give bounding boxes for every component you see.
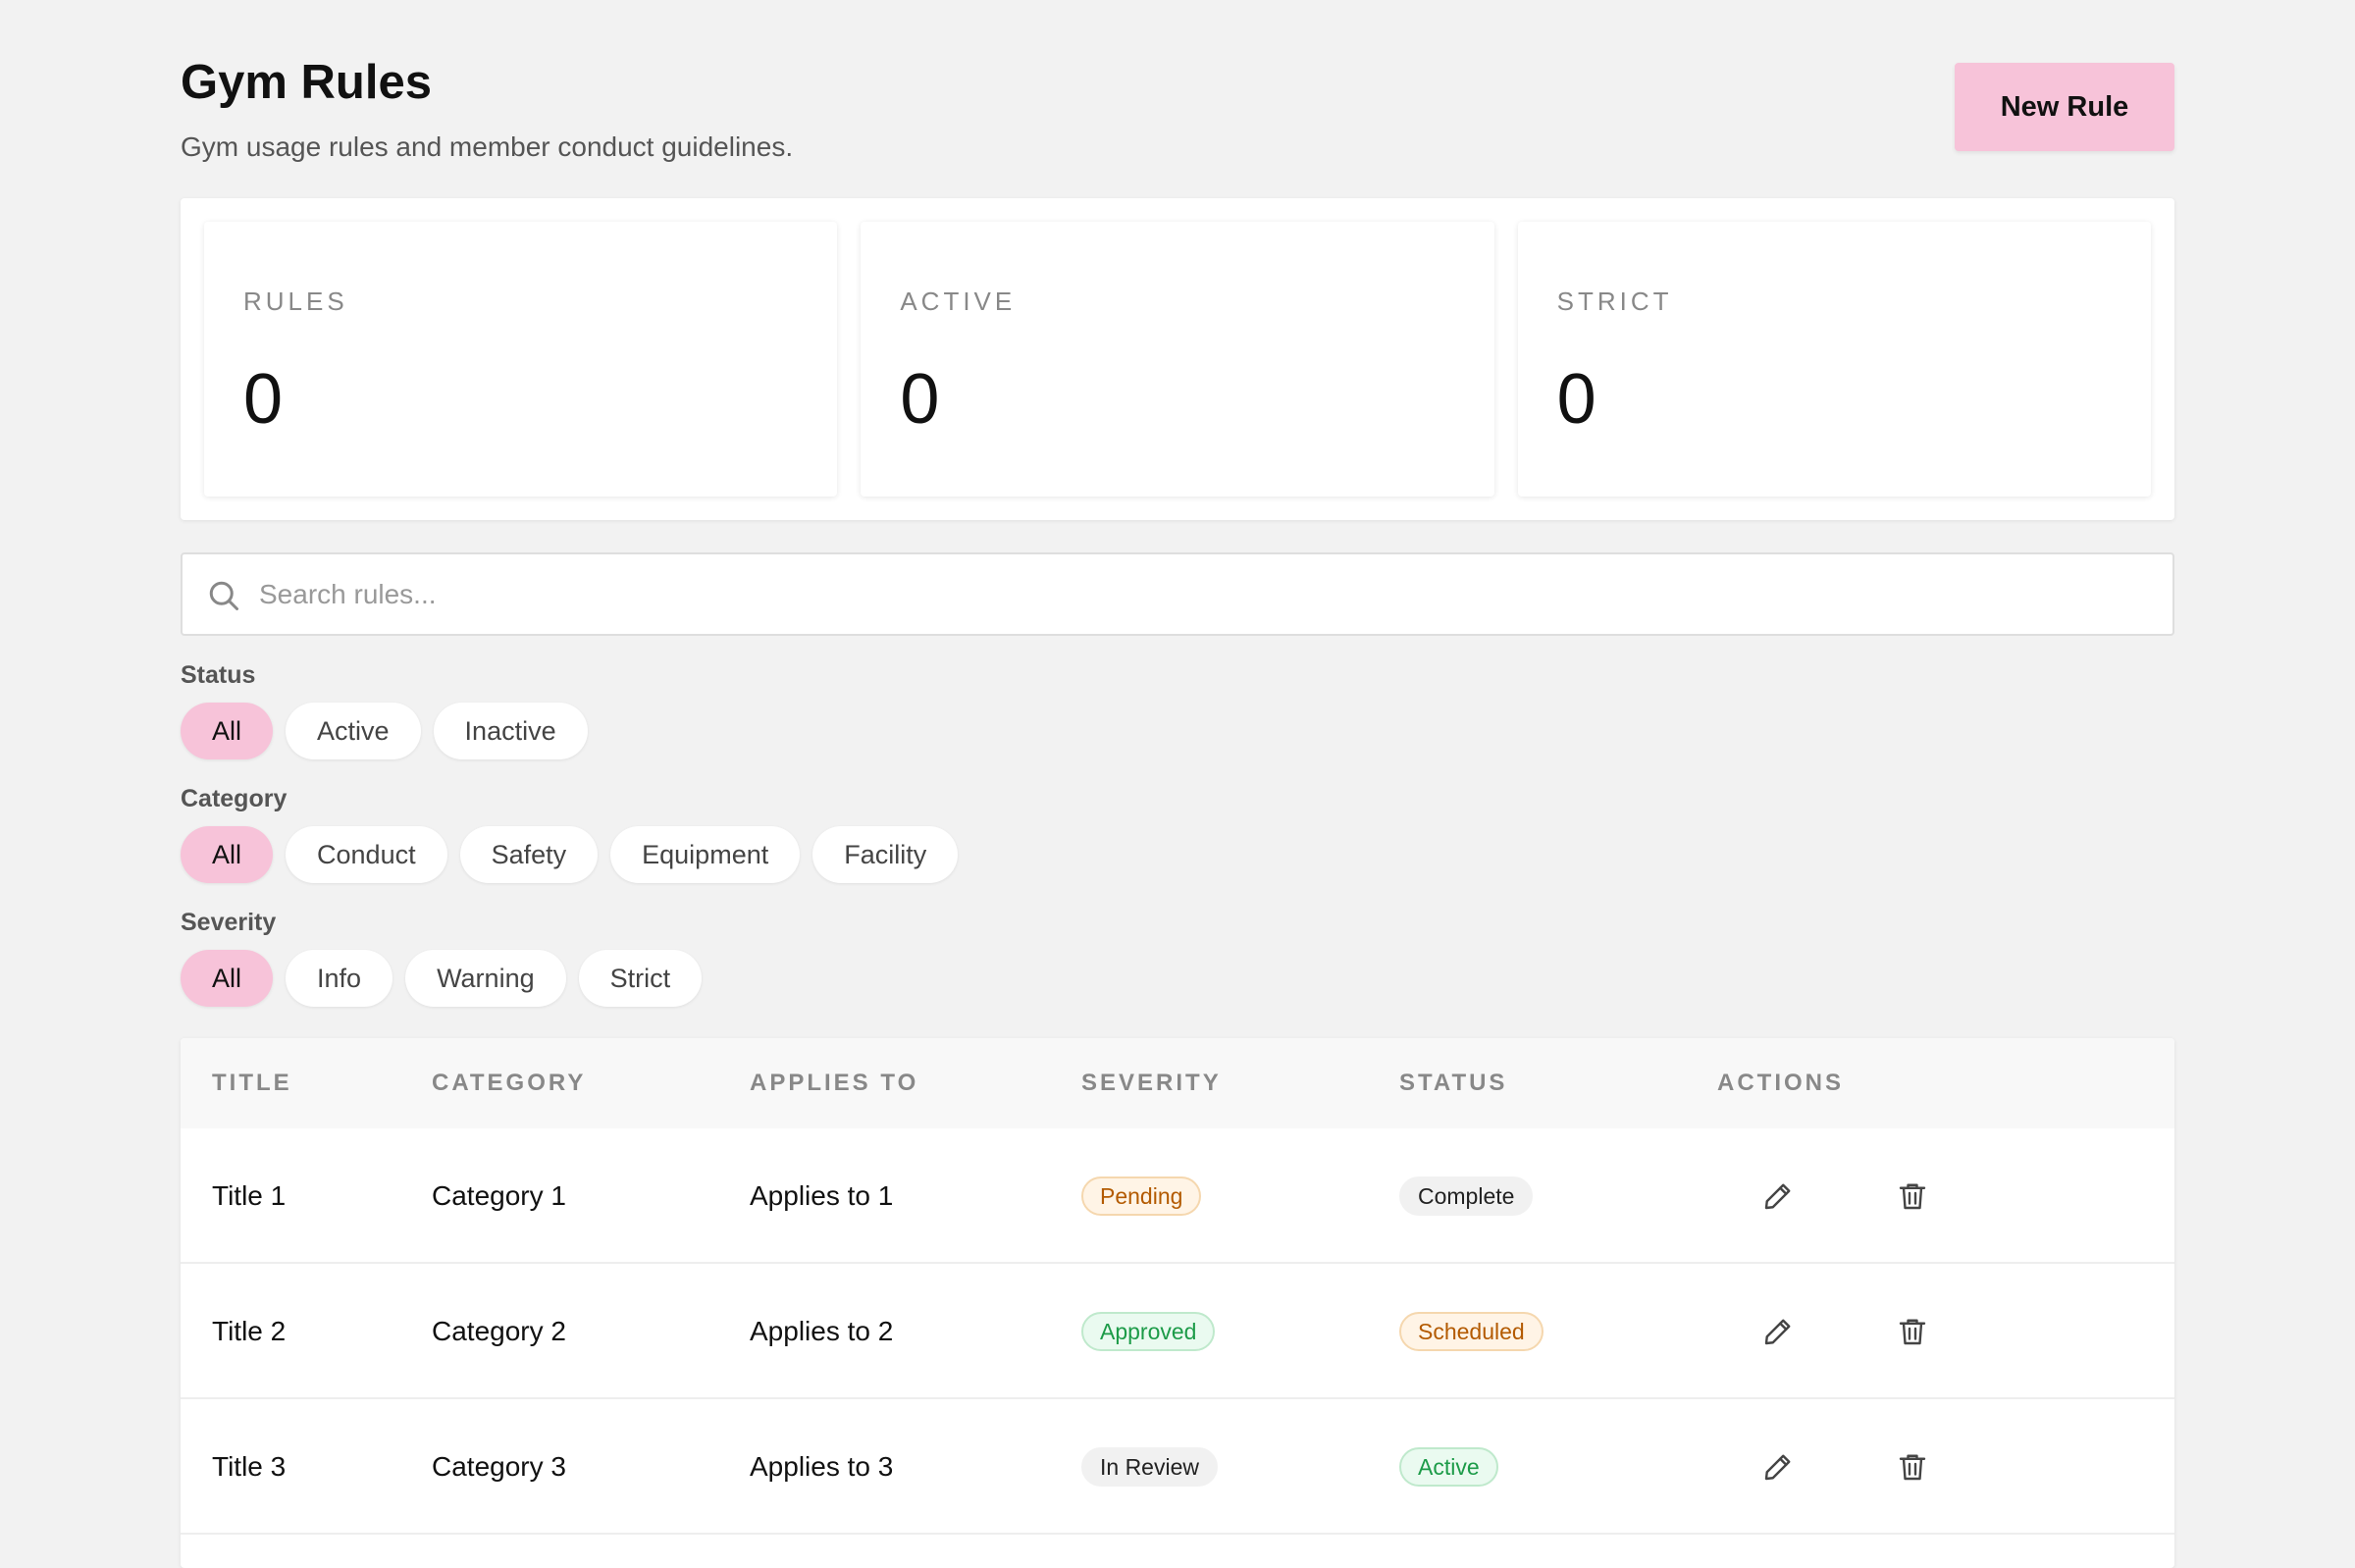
- stat-card-strict: STRICT 0: [1517, 222, 2151, 497]
- status-filter-all[interactable]: All: [181, 703, 274, 759]
- column-header-category[interactable]: CATEGORY: [432, 1038, 586, 1128]
- search-input[interactable]: [259, 554, 2123, 634]
- stat-label: STRICT: [1556, 287, 1673, 316]
- pencil-icon: [1764, 1454, 1791, 1481]
- stat-value: 0: [1556, 360, 1596, 439]
- table-row: Title 1 Category 1 Applies to 1 Pending …: [181, 1128, 2174, 1264]
- edit-button[interactable]: [1760, 1178, 1796, 1214]
- trash-icon: [1899, 1319, 1926, 1345]
- status-badge: Active: [1399, 1447, 1498, 1487]
- stat-label: RULES: [243, 287, 348, 316]
- column-header-status[interactable]: STATUS: [1399, 1038, 1507, 1128]
- table-header: TITLE CATEGORY APPLIES TO SEVERITY STATU…: [181, 1038, 2174, 1128]
- status-badge: Scheduled: [1399, 1312, 1544, 1351]
- pencil-icon: [1764, 1183, 1791, 1210]
- column-header-applies-to[interactable]: APPLIES TO: [750, 1038, 918, 1128]
- trash-icon: [1899, 1183, 1926, 1210]
- severity-filter-all[interactable]: All: [181, 950, 274, 1007]
- new-rule-button[interactable]: New Rule: [1955, 63, 2174, 151]
- trash-icon: [1899, 1454, 1926, 1481]
- category-filter-equipment[interactable]: Equipment: [610, 826, 801, 883]
- status-filter: Status All Active Inactive: [181, 661, 588, 759]
- category-filter: Category All Conduct Safety Equipment Fa…: [181, 785, 959, 883]
- category-filter-safety[interactable]: Safety: [459, 826, 599, 883]
- severity-filter: Severity All Info Warning Strict: [181, 909, 703, 1007]
- delete-button[interactable]: [1895, 1449, 1930, 1485]
- cell-applies-to: Applies to 3: [750, 1451, 894, 1482]
- filter-label-severity: Severity: [181, 909, 277, 936]
- status-filter-inactive[interactable]: Inactive: [433, 703, 588, 759]
- category-filter-conduct[interactable]: Conduct: [286, 826, 447, 883]
- page-subtitle: Gym usage rules and member conduct guide…: [181, 131, 794, 162]
- search-bar: [181, 552, 2174, 636]
- column-header-severity[interactable]: SEVERITY: [1081, 1038, 1222, 1128]
- page-title: Gym Rules: [181, 56, 432, 109]
- filter-label-status: Status: [181, 661, 256, 689]
- severity-badge: Approved: [1081, 1312, 1216, 1351]
- category-filter-all[interactable]: All: [181, 826, 274, 883]
- severity-badge: In Review: [1081, 1447, 1218, 1487]
- column-header-actions: ACTIONS: [1717, 1070, 1844, 1096]
- cell-category: Category 3: [432, 1451, 566, 1482]
- severity-filter-warning[interactable]: Warning: [405, 950, 566, 1007]
- table-row: Title 2 Category 2 Applies to 2 Approved…: [181, 1264, 2174, 1399]
- severity-filter-strict[interactable]: Strict: [578, 950, 703, 1007]
- cell-title: Title 3: [212, 1451, 287, 1482]
- page-header: Gym Rules Gym usage rules and member con…: [181, 0, 2174, 196]
- stat-value: 0: [243, 360, 284, 439]
- delete-button[interactable]: [1895, 1314, 1930, 1349]
- stat-card-rules: RULES 0: [204, 222, 838, 497]
- severity-filter-info[interactable]: Info: [286, 950, 393, 1007]
- table-row: Title 3 Category 3 Applies to 3 In Revie…: [181, 1399, 2174, 1535]
- cell-category: Category 2: [432, 1316, 566, 1346]
- search-icon: [209, 581, 238, 610]
- stat-card-active: ACTIVE 0: [861, 222, 1494, 497]
- cell-title: Title 1: [212, 1180, 287, 1211]
- stat-value: 0: [900, 360, 940, 439]
- cell-applies-to: Applies to 1: [750, 1180, 894, 1211]
- stat-label: ACTIVE: [900, 287, 1017, 316]
- edit-button[interactable]: [1760, 1449, 1796, 1485]
- delete-button[interactable]: [1895, 1178, 1930, 1214]
- edit-button[interactable]: [1760, 1314, 1796, 1349]
- stats-panel: RULES 0 ACTIVE 0 STRICT 0: [181, 198, 2174, 520]
- rules-table: TITLE CATEGORY APPLIES TO SEVERITY STATU…: [181, 1038, 2174, 1568]
- severity-badge: Pending: [1081, 1176, 1202, 1216]
- cell-category: Category 1: [432, 1180, 566, 1211]
- status-filter-active[interactable]: Active: [286, 703, 421, 759]
- pencil-icon: [1764, 1319, 1791, 1345]
- column-header-title[interactable]: TITLE: [212, 1038, 292, 1128]
- status-badge: Complete: [1399, 1176, 1534, 1216]
- cell-applies-to: Applies to 2: [750, 1316, 894, 1346]
- page: Gym Rules Gym usage rules and member con…: [181, 0, 2174, 1568]
- filter-label-category: Category: [181, 785, 288, 812]
- cell-title: Title 2: [212, 1316, 287, 1346]
- category-filter-facility[interactable]: Facility: [812, 826, 959, 883]
